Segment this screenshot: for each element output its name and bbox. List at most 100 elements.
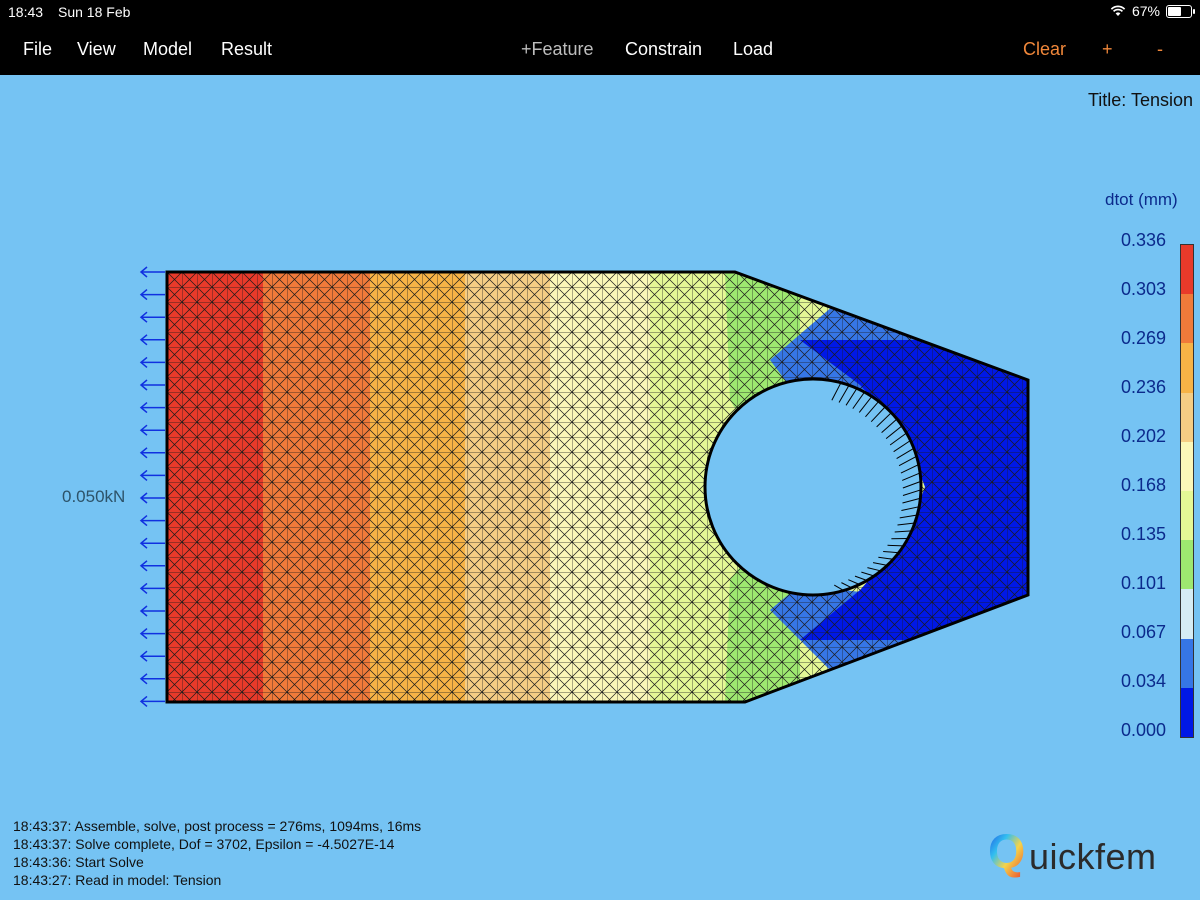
constraint-hatch (861, 571, 875, 577)
log-line: 18:43:27: Read in model: Tension (13, 872, 222, 888)
constraint-hatch (898, 455, 917, 467)
load-arrow (139, 334, 165, 346)
constraint-hatch (902, 497, 921, 504)
load-arrow (139, 650, 165, 662)
constraint-hatch (900, 464, 919, 474)
status-right: 67% (1110, 3, 1195, 19)
load-arrow (139, 379, 165, 391)
load-arrow (139, 356, 165, 368)
log-line: 18:43:37: Solve complete, Dof = 3702, Ep… (13, 836, 395, 852)
load-arrow (139, 402, 165, 414)
load-arrow (139, 628, 165, 640)
load-arrow (139, 447, 165, 459)
status-date: Sun 18 Feb (58, 4, 131, 20)
menu-add-feature[interactable]: +Feature (521, 39, 594, 60)
constraint-hatch (848, 579, 860, 585)
legend-band (1181, 687, 1193, 738)
constraint-hatch (897, 522, 915, 526)
load-arrow (139, 673, 165, 685)
load-arrow (139, 492, 165, 504)
menu-view[interactable]: View (77, 39, 116, 60)
legend-tick-label: 0.168 (1121, 475, 1167, 495)
legend-tick-label: 0.269 (1121, 328, 1167, 348)
legend-band (1181, 392, 1193, 442)
load-arrow (139, 311, 165, 323)
hole-outline (703, 377, 923, 597)
battery-icon (1166, 4, 1195, 18)
load-arrow (139, 424, 165, 436)
logo-q-letter: Q (988, 826, 1025, 879)
constraint-hatch (889, 432, 907, 446)
load-arrows (139, 266, 165, 707)
load-arrow (139, 695, 165, 707)
status-bar: 18:43 Sun 18 Feb 67% (0, 0, 1200, 24)
constraint-hatch (872, 562, 888, 566)
log-line: 18:43:36: Start Solve (13, 854, 144, 870)
battery-percent: 67% (1131, 3, 1160, 19)
load-value-label: 0.050kN (62, 487, 126, 506)
menu-bar: File View Model Result +Feature Constrai… (0, 24, 1200, 75)
displacement-contour (167, 272, 1028, 702)
constraint-hatch (896, 447, 915, 460)
legend-tick-label: 0.067 (1121, 622, 1167, 642)
menu-constrain[interactable]: Constrain (625, 39, 702, 60)
legend-tick-label: 0.202 (1121, 426, 1167, 446)
constraint-hatch (878, 556, 894, 560)
constraint-hatch (901, 506, 920, 511)
load-arrow (139, 266, 165, 278)
load-arrow (139, 537, 165, 549)
constraint-hatch (831, 382, 842, 401)
constraint-hatch (841, 582, 852, 589)
constraint-hatch (858, 396, 873, 413)
logo-text: uickfem (1029, 836, 1157, 877)
legend-color-scale (1180, 244, 1194, 738)
model-title: Title: Tension (1087, 90, 1193, 110)
menu-load[interactable]: Load (733, 39, 773, 60)
zoom-in-button[interactable]: + (1102, 39, 1113, 60)
load-arrow (139, 289, 165, 301)
legend-tick-label: 0.336 (1121, 230, 1167, 250)
load-arrow (139, 582, 165, 594)
constraint-hatch (887, 544, 904, 547)
legend-tick-label: 0.101 (1121, 573, 1167, 593)
constraint-hatch (894, 530, 912, 533)
status-time: 18:43 (8, 4, 44, 20)
log-line: 18:43:37: Assemble, solve, post process … (13, 818, 422, 834)
constraint-hatch (881, 418, 898, 433)
constraint-hatch (902, 480, 922, 489)
load-arrow (139, 469, 165, 481)
legend-band (1181, 343, 1193, 393)
load-arrow (139, 605, 165, 617)
menu-model[interactable]: Model (143, 39, 192, 60)
clear-button[interactable]: Clear (1023, 39, 1066, 60)
constraint-hatch (899, 514, 918, 519)
legend-tick-label: 0.034 (1121, 671, 1167, 691)
legend-band (1181, 540, 1193, 590)
load-arrow (139, 515, 165, 527)
legend-tick-label: 0.135 (1121, 524, 1167, 544)
menu-file[interactable]: File (23, 39, 52, 60)
constraint-hatch (876, 412, 892, 428)
menu-result[interactable]: Result (221, 39, 272, 60)
fe-model-canvas[interactable] (0, 75, 1100, 815)
legend-band (1181, 638, 1193, 688)
load-arrow (139, 560, 165, 572)
constraint-hatch (902, 489, 922, 496)
constraint-hatch (838, 384, 850, 403)
constraint-hatch (893, 440, 911, 453)
legend-tick-label: 0.000 (1121, 720, 1167, 740)
legend-band (1181, 441, 1193, 492)
legend-band (1181, 245, 1193, 295)
constraint-hatch (852, 391, 865, 409)
legend-band (1181, 294, 1193, 344)
legend-tick-label: 0.303 (1121, 279, 1167, 299)
constraint-hatch (834, 584, 844, 591)
constraint-hatch (885, 425, 903, 440)
legend-band (1181, 491, 1193, 541)
legend-tick-label: 0.236 (1121, 377, 1167, 397)
constraint-hatch (883, 550, 899, 554)
constraint-hatch (865, 400, 880, 418)
zoom-out-button[interactable]: - (1157, 39, 1163, 60)
constraint-hatch (854, 575, 868, 582)
constraint-hatch (845, 388, 858, 406)
